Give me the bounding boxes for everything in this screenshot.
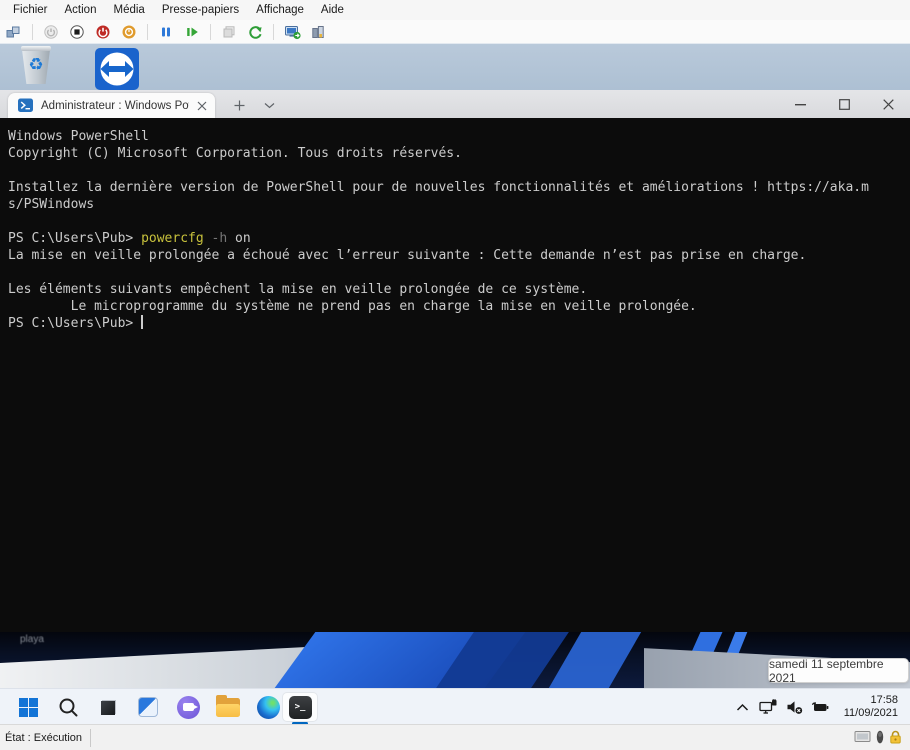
hidden-icons-chevron[interactable]	[732, 695, 754, 719]
clock-time: 17:58	[870, 694, 898, 706]
terminal-line: Le microprogramme du système ne prend pa…	[8, 299, 697, 314]
command-argument: on	[227, 231, 251, 246]
widgets-button[interactable]	[128, 689, 168, 725]
close-icon[interactable]	[866, 90, 910, 118]
folder-icon	[216, 695, 240, 717]
recycle-glyph: ♻	[28, 55, 44, 74]
command-name: powercfg	[141, 231, 204, 246]
maximize-icon[interactable]	[822, 90, 866, 118]
volume-muted-icon[interactable]	[784, 695, 806, 719]
date-tooltip: samedi 11 septembre 2021	[768, 657, 909, 685]
window-controls	[778, 90, 910, 118]
start-button[interactable]	[8, 689, 48, 725]
search-button[interactable]	[48, 689, 88, 725]
terminal-line: Windows PowerShell	[8, 129, 149, 144]
revert-icon[interactable]	[245, 22, 265, 42]
status-separator	[90, 728, 92, 747]
command-parameter: -h	[203, 231, 228, 246]
minimize-icon[interactable]	[778, 90, 822, 118]
guest-desktop[interactable]: ♻	[0, 44, 910, 90]
task-view-icon	[98, 697, 119, 718]
save-vm-icon[interactable]	[119, 22, 139, 42]
tab-close-icon[interactable]	[197, 101, 207, 111]
windows-logo-icon	[18, 697, 38, 717]
taskbar-apps	[8, 689, 288, 725]
system-tray: 17:58 11/09/2021	[732, 689, 904, 725]
toolbar-separator	[32, 23, 33, 40]
terminal-line: s/PSWindows	[8, 197, 95, 212]
terminal-taskbar-button[interactable]: >_	[282, 692, 318, 722]
battery-icon[interactable]	[810, 695, 832, 719]
enhanced-session-icon[interactable]	[282, 22, 302, 42]
network-icon[interactable]	[758, 695, 780, 719]
lock-status-icon	[889, 730, 902, 747]
resume-vm-icon[interactable]	[182, 22, 202, 42]
tab-dropdown-icon[interactable]	[258, 96, 280, 114]
prompt-text: PS C:\Users\Pub>	[8, 316, 142, 331]
vm-toolbar	[0, 20, 910, 44]
tab-title: Administrateur : Windows Powe	[41, 99, 189, 112]
status-icons	[854, 725, 902, 750]
menu-action[interactable]: Action	[65, 4, 97, 16]
prompt-text: PS C:\Users\Pub>	[8, 231, 142, 246]
terminal-cursor	[141, 315, 144, 329]
pause-vm-icon[interactable]	[156, 22, 176, 42]
new-tab-icon[interactable]	[228, 96, 250, 114]
menu-bar: Fichier Action Média Presse-papiers Affi…	[0, 0, 910, 20]
desktop-icon-partial-label: playa	[20, 634, 44, 645]
powershell-icon	[18, 98, 33, 112]
checkpoint-settings-icon[interactable]	[308, 22, 328, 42]
vm-connection-window: Fichier Action Média Presse-papiers Affi…	[0, 0, 910, 750]
start-vm-icon[interactable]	[41, 22, 61, 42]
stop-vm-icon[interactable]	[67, 22, 87, 42]
terminal-tab-bar: Administrateur : Windows Powe	[0, 90, 910, 118]
menu-aide[interactable]: Aide	[321, 4, 344, 16]
display-status-icon	[854, 730, 871, 746]
terminal-prompt-line: PS C:\Users\Pub>	[8, 315, 910, 332]
task-view-button[interactable]	[88, 689, 128, 725]
terminal-line: Les éléments suivants empêchent la mise …	[8, 282, 588, 297]
recycle-rim	[21, 46, 51, 51]
toolbar-separator	[273, 23, 274, 40]
checkpoint-icon[interactable]	[219, 22, 239, 42]
terminal-line: Copyright (C) Microsoft Corporation. Tou…	[8, 146, 462, 161]
terminal-line: Installez la dernière version de PowerSh…	[8, 180, 869, 195]
terminal-line: La mise en veille prolongée a échoué ave…	[8, 248, 807, 263]
file-explorer-button[interactable]	[208, 689, 248, 725]
teamviewer-icon[interactable]	[95, 48, 139, 90]
vm-status-bar: État : Exécution	[0, 724, 910, 750]
recycle-bin-icon[interactable]: ♻	[20, 46, 52, 84]
edge-icon	[256, 695, 280, 719]
toolbar-separator	[147, 23, 148, 40]
terminal-icon: >_	[288, 695, 312, 719]
menu-affichage[interactable]: Affichage	[256, 4, 304, 16]
search-icon	[59, 698, 77, 716]
recycle-bin-body: ♻	[21, 49, 51, 84]
chat-button[interactable]	[168, 689, 208, 725]
menu-fichier[interactable]: Fichier	[13, 4, 48, 16]
menu-presse-papiers[interactable]: Presse-papiers	[162, 4, 239, 16]
guest-taskbar: >_ 17:58 11/09/2021	[0, 688, 910, 725]
clock-date: 11/09/2021	[843, 707, 898, 719]
widgets-icon	[138, 697, 158, 717]
shutdown-vm-icon[interactable]	[93, 22, 113, 42]
terminal-content[interactable]: Windows PowerShell Copyright (C) Microso…	[0, 118, 910, 632]
terminal-command-line: PS C:\Users\Pub> powercfg -h on	[8, 230, 910, 247]
terminal-tab[interactable]: Administrateur : Windows Powe	[8, 93, 215, 118]
ctrl-alt-del-icon[interactable]	[4, 22, 24, 42]
menu-media[interactable]: Média	[113, 4, 144, 16]
vm-status-text: État : Exécution	[5, 731, 83, 744]
toolbar-separator	[210, 23, 211, 40]
terminal-window: Administrateur : Windows Powe Windows Po…	[0, 90, 910, 632]
chat-icon	[176, 695, 200, 719]
usb-status-icon	[876, 730, 884, 747]
taskbar-clock[interactable]: 17:58 11/09/2021	[836, 694, 904, 720]
